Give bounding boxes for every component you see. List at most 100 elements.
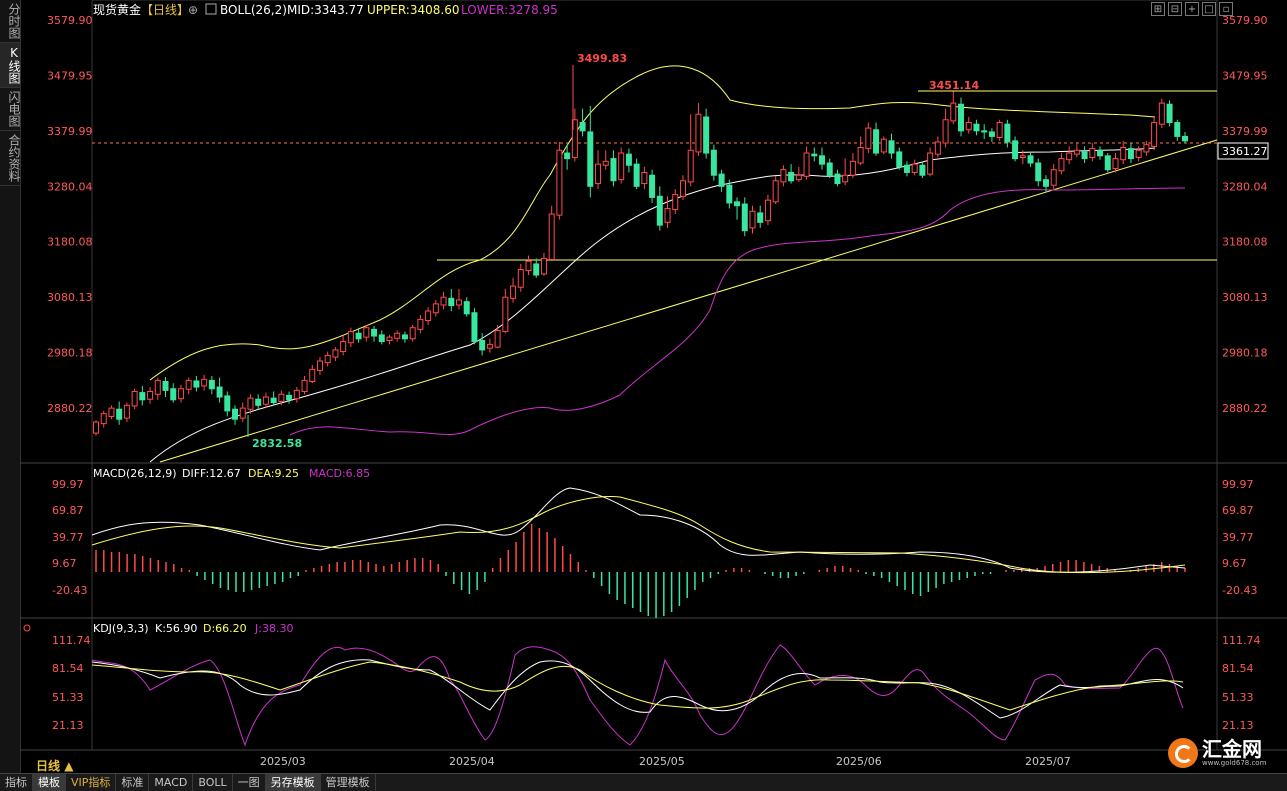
- candle-body: [695, 113, 702, 153]
- candle-body: [1104, 155, 1111, 171]
- fullscreen-icon[interactable]: □: [1202, 2, 1216, 16]
- candle-body: [988, 131, 995, 137]
- bottom-tab-5[interactable]: BOLL: [193, 774, 233, 791]
- bottom-tab-1[interactable]: 模板: [33, 774, 66, 791]
- candle-body: [927, 152, 934, 175]
- candle-body: [425, 310, 432, 322]
- kdj-settings-icon[interactable]: [23, 624, 31, 632]
- price-tick-left: 2980.18: [47, 347, 93, 360]
- candle-body: [656, 195, 663, 226]
- candle-body: [510, 285, 517, 299]
- shrink-icon[interactable]: ⊟: [1168, 2, 1182, 16]
- boll-label: BOLL(26,2): [220, 3, 287, 17]
- candle-body: [1166, 103, 1173, 124]
- candle-body: [849, 160, 856, 176]
- bottom-tab-3[interactable]: 标准: [116, 774, 150, 791]
- candle-body: [1112, 158, 1119, 170]
- candle-body: [672, 194, 679, 211]
- bottom-tab-2[interactable]: VIP指标: [66, 774, 117, 791]
- price-tick-left: 3080.13: [47, 291, 93, 304]
- candle-body: [123, 404, 130, 419]
- crosshair-icon[interactable]: +: [1185, 2, 1199, 16]
- candle-body: [633, 163, 640, 187]
- indicator-icon[interactable]: [205, 3, 217, 15]
- macd-value: MACD:6.85: [309, 467, 370, 480]
- candle-body: [726, 184, 733, 204]
- candle-body: [703, 116, 710, 154]
- macd-diff-line: [91, 487, 1186, 573]
- candle-body: [996, 122, 1003, 139]
- candle-body: [456, 299, 462, 306]
- candle-body: [255, 398, 262, 406]
- price-tick-right: 3479.95: [1222, 69, 1268, 82]
- kdj-tick-left: 81.54: [52, 662, 84, 675]
- candle-body: [394, 332, 401, 339]
- candle-body: [950, 102, 957, 122]
- kdj-j: J:38.30: [254, 622, 293, 635]
- candle-body: [432, 303, 439, 314]
- candle-body: [185, 379, 192, 390]
- bottom-tab-8[interactable]: 管理模板: [321, 774, 376, 791]
- macd-diff: DIFF:12.67: [182, 467, 241, 480]
- expand-icon[interactable]: ⊞: [1151, 2, 1165, 16]
- candle-body: [579, 122, 586, 132]
- candle-body: [942, 119, 949, 144]
- candle-body: [502, 296, 509, 333]
- settings-icon[interactable]: ⊕: [188, 3, 198, 17]
- price-tick-left: 3479.95: [47, 69, 93, 82]
- kdj-k-line: [91, 659, 1184, 719]
- candle-body: [448, 297, 455, 307]
- logo-name: 汇金网: [1202, 737, 1262, 761]
- candle-body: [718, 173, 725, 187]
- candle-body: [355, 332, 362, 340]
- candle-body: [224, 395, 231, 412]
- boll-upper: UPPER:3408.60: [367, 3, 459, 17]
- kdj-tick-right: 111.74: [1222, 634, 1261, 647]
- macd-tick-left: 39.77: [52, 531, 84, 544]
- candle-body: [911, 163, 918, 173]
- candle-body: [764, 199, 771, 222]
- candle-body: [780, 169, 787, 183]
- period-label[interactable]: 日线 ▲: [36, 757, 73, 774]
- candle-body: [93, 421, 99, 434]
- candle-body: [378, 334, 385, 343]
- macd-tick-right: 69.87: [1222, 504, 1254, 517]
- candle-body: [1058, 158, 1065, 172]
- bottom-tab-7[interactable]: 另存模板: [265, 774, 321, 791]
- candle-body: [734, 201, 741, 207]
- macd-tick-right: 39.77: [1222, 531, 1254, 544]
- candle-body: [324, 354, 331, 364]
- candle-body: [116, 408, 123, 420]
- candle-body: [301, 379, 308, 392]
- candle-body: [1127, 148, 1134, 160]
- candle-body: [819, 155, 825, 165]
- kdj-tick-right: 21.13: [1222, 719, 1254, 732]
- candle-body: [463, 301, 470, 315]
- candle-body: [131, 390, 138, 407]
- price-tick-right: 3280.04: [1222, 180, 1268, 193]
- bottom-tab-0[interactable]: 指标: [0, 774, 33, 791]
- candle-body: [1182, 135, 1188, 142]
- candle-body: [679, 180, 686, 197]
- macd-tick-left: -20.43: [52, 584, 87, 597]
- candle-body: [610, 158, 617, 182]
- pin-icon[interactable]: ▫: [1219, 2, 1233, 16]
- candle-body: [687, 149, 694, 183]
- candle-body: [865, 127, 872, 150]
- trend-line: [159, 139, 1218, 463]
- chart-toolbar: ⊞ ⊟ + □ ▫: [1151, 2, 1233, 16]
- kline-chart[interactable]: 现货黄金 【日线】 ⊕ BOLL(26,2) MID:3343.77 UPPER…: [0, 0, 1287, 773]
- bottom-tab-6[interactable]: 一图: [233, 774, 266, 791]
- candle-body: [471, 312, 478, 343]
- candle-body: [625, 153, 632, 166]
- candle-body: [533, 263, 540, 276]
- candle-body: [347, 331, 354, 344]
- candle-body: [795, 174, 802, 181]
- boll-mid: MID:3343.77: [287, 3, 364, 17]
- price-tick-left: 3180.08: [47, 236, 93, 249]
- candle-body: [664, 207, 671, 223]
- candle-body: [934, 141, 941, 155]
- candle-body: [1158, 102, 1165, 125]
- candle-body: [340, 341, 347, 353]
- bottom-tab-4[interactable]: MACD: [149, 774, 194, 791]
